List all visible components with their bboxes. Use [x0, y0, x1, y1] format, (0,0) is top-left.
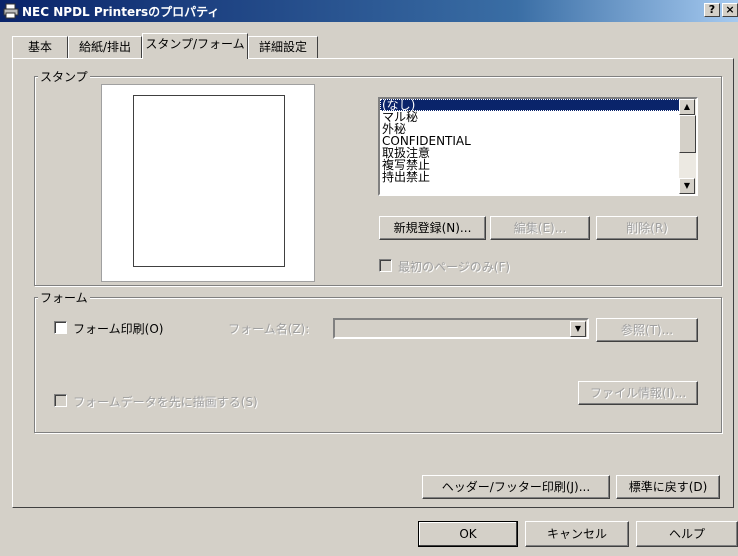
scroll-up-icon[interactable]: ▲	[679, 99, 695, 115]
help-button[interactable]: ヘルプ	[636, 521, 738, 547]
list-item[interactable]: マル秘	[380, 111, 696, 123]
cancel-button[interactable]: キャンセル	[525, 521, 629, 547]
tab-label: 詳細設定	[258, 40, 307, 54]
help-caption-button[interactable]: ?	[704, 3, 720, 17]
form-group-label: フォーム	[38, 289, 90, 306]
form-name-combobox[interactable]: ▼	[333, 318, 589, 339]
new-stamp-button[interactable]: 新規登録(N)...	[379, 216, 486, 240]
list-item[interactable]: (なし)	[380, 99, 696, 111]
preview-page	[133, 95, 285, 267]
draw-form-first-label: フォームデータを先に描画する(S)	[73, 395, 258, 409]
header-footer-print-button[interactable]: ヘッダー/フッター印刷(J)...	[422, 475, 610, 499]
tab-basic[interactable]: 基本	[12, 36, 68, 58]
form-print-checkbox[interactable]	[54, 321, 67, 334]
draw-form-first-checkbox[interactable]	[54, 394, 67, 407]
scroll-thumb[interactable]	[679, 115, 696, 153]
vertical-scrollbar[interactable]: ▲ ▼	[679, 99, 696, 194]
printer-icon	[3, 3, 19, 19]
stamp-group-label: スタンプ	[38, 68, 90, 85]
form-name-label: フォーム名(Z):	[228, 322, 310, 336]
stamp-listbox[interactable]: (なし) マル秘 外秘 CONFIDENTIAL 取扱注意 複写禁止 持出禁止 …	[378, 97, 698, 196]
chevron-down-icon[interactable]: ▼	[570, 321, 586, 337]
window-title: NEC NPDL Printersのプロパティ	[22, 5, 220, 19]
browse-form-button[interactable]: 参照(T)...	[596, 318, 698, 342]
tab-label: 基本	[27, 40, 52, 54]
tab-paper[interactable]: 給紙/排出	[68, 36, 142, 58]
form-print-label: フォーム印刷(O)	[73, 322, 164, 336]
file-info-button[interactable]: ファイル情報(I)...	[578, 381, 698, 405]
tab-label: 給紙/排出	[78, 40, 132, 54]
first-page-only-label: 最初のページのみ(F)	[398, 260, 511, 274]
list-item[interactable]: 持出禁止	[380, 171, 696, 183]
title-bar[interactable]: NEC NPDL Printersのプロパティ ? ×	[0, 0, 738, 22]
scroll-down-icon[interactable]: ▼	[679, 178, 695, 194]
delete-stamp-button[interactable]: 削除(R)	[596, 216, 698, 240]
edit-stamp-button[interactable]: 編集(E)...	[490, 216, 590, 240]
tab-label: スタンプ/フォーム	[145, 37, 245, 51]
first-page-only-checkbox[interactable]	[379, 259, 392, 272]
close-caption-button[interactable]: ×	[722, 3, 738, 17]
ok-button[interactable]: OK	[418, 521, 518, 547]
restore-defaults-button[interactable]: 標準に戻す(D)	[616, 475, 720, 499]
tab-stamp-form[interactable]: スタンプ/フォーム	[142, 33, 248, 59]
tab-advanced[interactable]: 詳細設定	[248, 36, 318, 58]
